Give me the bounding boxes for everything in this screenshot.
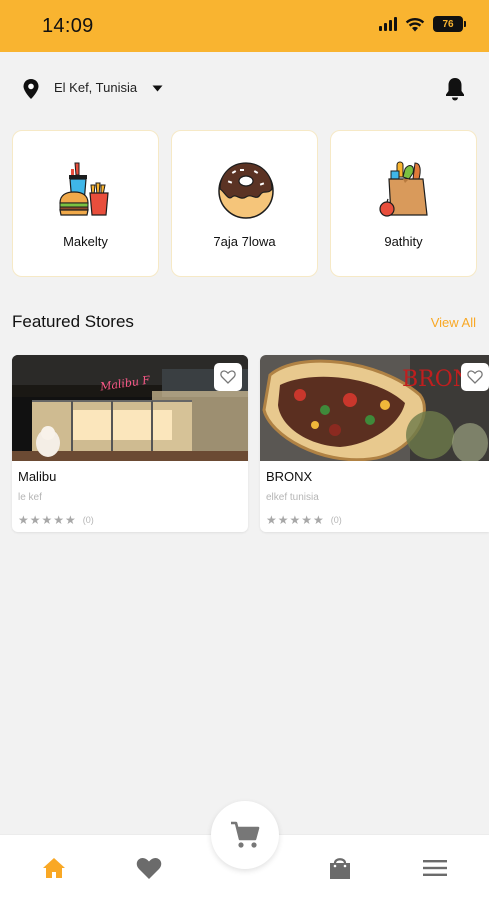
store-location: elkef tunisia	[266, 492, 319, 503]
store-rating: ★★★★★ (0)	[18, 513, 94, 527]
battery-level: 76	[442, 18, 454, 30]
rating-count: (0)	[82, 515, 94, 525]
rating-count: (0)	[330, 515, 342, 525]
category-card-9athity[interactable]: 9athity	[330, 130, 477, 277]
store-card-malibu[interactable]: Malibu F Malibu le kef ★★★★★ (0)	[12, 355, 248, 532]
cart-button[interactable]	[211, 801, 279, 869]
nav-favorites[interactable]	[124, 835, 174, 900]
store-photo-malibu	[12, 355, 248, 461]
category-label: 7aja 7lowa	[213, 234, 276, 249]
heart-outline-icon	[467, 370, 483, 384]
store-image: Malibu F	[12, 355, 248, 461]
category-card-7aja-7lowa[interactable]: 7aja 7lowa	[171, 130, 318, 277]
heart-icon	[136, 857, 162, 879]
store-rating: ★★★★★ (0)	[266, 513, 342, 527]
battery-icon: 76	[433, 16, 466, 32]
store-image: BRONX	[260, 355, 489, 461]
bag-icon	[330, 858, 350, 879]
signal-icon	[379, 17, 397, 31]
wifi-icon	[405, 17, 425, 31]
menu-icon	[423, 860, 447, 876]
grocery-bag-icon	[379, 161, 428, 217]
category-list: Makelty 7aja 7lowa 9athity	[12, 130, 477, 277]
favorite-button[interactable]	[461, 363, 489, 391]
location-pin-icon	[23, 79, 39, 99]
category-label: 9athity	[384, 234, 423, 249]
status-icons: 76	[379, 16, 466, 32]
nav-home[interactable]	[29, 835, 79, 900]
caret-down-icon[interactable]	[152, 85, 163, 92]
store-location: le kef	[18, 492, 42, 503]
location-selector[interactable]: El Kef, Tunisia	[54, 80, 137, 95]
store-name: BRONX	[266, 469, 313, 484]
nav-menu[interactable]	[410, 835, 460, 900]
status-time: 14:09	[42, 15, 94, 37]
rating-stars: ★★★★★	[18, 513, 77, 527]
status-bar: 14:09 76	[0, 0, 489, 52]
donut-icon	[218, 162, 274, 219]
store-name: Malibu	[18, 469, 57, 484]
home-icon	[43, 858, 65, 878]
rating-stars: ★★★★★	[266, 513, 325, 527]
heart-outline-icon	[220, 370, 236, 384]
fast-food-icon	[59, 162, 109, 216]
section-title: Featured Stores	[12, 312, 134, 331]
location-bar: El Kef, Tunisia	[0, 70, 489, 110]
favorite-button[interactable]	[214, 363, 242, 391]
cart-icon	[231, 821, 260, 848]
category-card-makelty[interactable]: Makelty	[12, 130, 159, 277]
category-label: Makelty	[63, 234, 108, 249]
view-all-link[interactable]: View All	[431, 315, 476, 330]
store-card-bronx[interactable]: BRONX BRONX elkef tunisia ★★★★★ (0)	[260, 355, 489, 532]
nav-orders[interactable]	[315, 835, 365, 900]
notification-bell-icon[interactable]	[444, 76, 466, 102]
